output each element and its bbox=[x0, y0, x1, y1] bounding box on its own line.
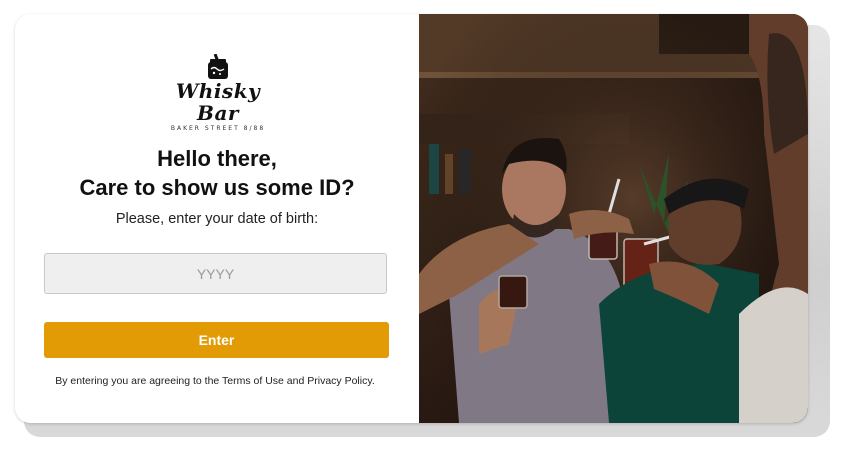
brand-name: Whisky Bar bbox=[175, 79, 261, 125]
terms-and: and bbox=[283, 375, 308, 387]
terms-of-use-link[interactable]: Terms of Use bbox=[222, 375, 284, 387]
birth-year-input[interactable] bbox=[44, 253, 387, 294]
terms-prefix: By entering you are agreeing to the bbox=[55, 375, 223, 387]
age-gate-form-panel: Whisky Bar BAKER STREET 8/88 Hello there… bbox=[15, 14, 419, 423]
page-title: Hello there, Care to show us some ID? bbox=[15, 144, 419, 202]
heading-line-1: Hello there, bbox=[157, 146, 277, 171]
friends-toasting-cocktails-photo bbox=[419, 14, 808, 423]
age-verification-modal: Whisky Bar BAKER STREET 8/88 Hello there… bbox=[15, 14, 808, 423]
enter-button[interactable]: Enter bbox=[44, 322, 389, 358]
dob-prompt: Please, enter your date of birth: bbox=[115, 211, 319, 227]
terms-notice: By entering you are agreeing to the Term… bbox=[15, 375, 415, 387]
whisky-glass-icon bbox=[208, 54, 228, 79]
heading-line-2: Care to show us some ID? bbox=[79, 175, 355, 200]
terms-suffix: . bbox=[371, 375, 375, 387]
brand-logo: Whisky Bar BAKER STREET 8/88 bbox=[165, 54, 271, 132]
brand-tagline: BAKER STREET 8/88 bbox=[170, 125, 266, 132]
privacy-policy-link[interactable]: Privacy Policy bbox=[307, 375, 372, 387]
